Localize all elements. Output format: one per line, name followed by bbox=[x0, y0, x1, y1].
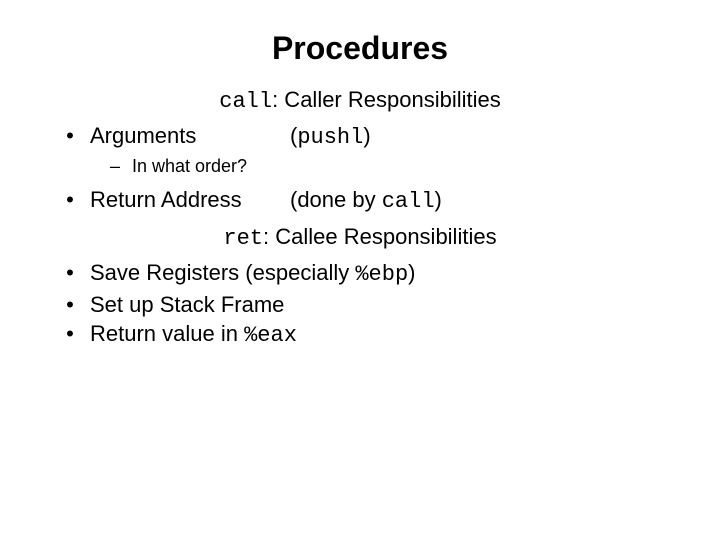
bullet-arguments: • Arguments (pushl) bbox=[50, 121, 670, 153]
bullet-arguments-label: Arguments bbox=[90, 121, 290, 153]
bullet-icon: • bbox=[50, 121, 90, 151]
bullet-return-value-text: Return value in %eax bbox=[90, 319, 670, 351]
bullet-icon: • bbox=[50, 319, 90, 349]
bullet-save-text: Save Registers (especially %ebp) bbox=[90, 258, 670, 290]
sub-bullet-order: – In what order? bbox=[50, 154, 670, 178]
bullet-return-value: • Return value in %eax bbox=[50, 319, 670, 351]
sub-bullet-text: In what order? bbox=[132, 154, 247, 178]
page-title: Procedures bbox=[50, 30, 670, 67]
bullet-return-detail: (done by call) bbox=[290, 185, 670, 217]
caller-heading: call: Caller Responsibilities bbox=[50, 85, 670, 117]
bullet-stack-text: Set up Stack Frame bbox=[90, 290, 670, 320]
bullet-return-label: Return Address bbox=[90, 185, 290, 217]
bullet-return-address: • Return Address (done by call) bbox=[50, 185, 670, 217]
dash-icon: – bbox=[50, 154, 132, 178]
slide-body: call: Caller Responsibilities • Argument… bbox=[50, 85, 670, 351]
bullet-stack-frame: • Set up Stack Frame bbox=[50, 290, 670, 320]
caller-code: call bbox=[219, 89, 272, 114]
callee-text: : Callee Responsibilities bbox=[263, 224, 497, 249]
callee-heading: ret: Callee Responsibilities bbox=[50, 222, 670, 254]
caller-text: : Caller Responsibilities bbox=[272, 87, 501, 112]
bullet-icon: • bbox=[50, 290, 90, 320]
slide: Procedures call: Caller Responsibilities… bbox=[0, 0, 720, 351]
bullet-arguments-detail: (pushl) bbox=[290, 121, 670, 153]
bullet-icon: • bbox=[50, 258, 90, 288]
callee-code: ret bbox=[223, 226, 263, 251]
bullet-save-registers: • Save Registers (especially %ebp) bbox=[50, 258, 670, 290]
bullet-icon: • bbox=[50, 185, 90, 215]
